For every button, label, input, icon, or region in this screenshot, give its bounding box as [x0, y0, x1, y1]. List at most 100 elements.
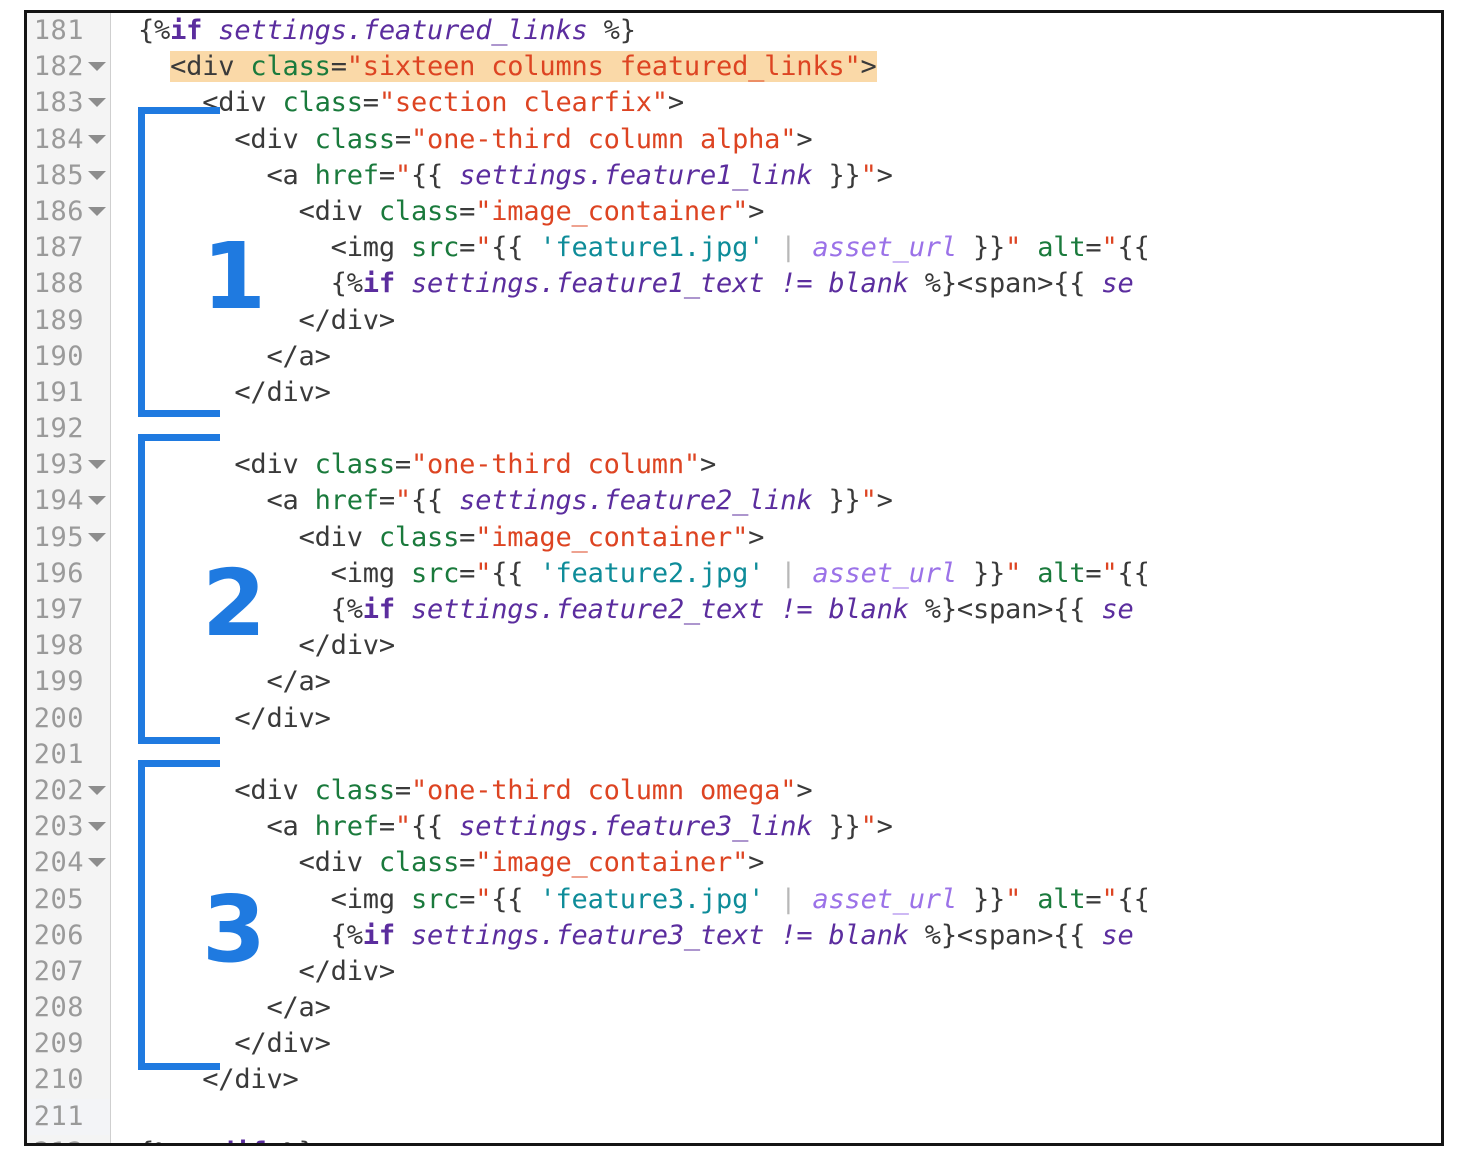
attr-equals: =: [394, 774, 411, 806]
code-line-text[interactable]: </div>: [112, 375, 1441, 411]
code-line-text[interactable]: </a>: [112, 664, 1441, 700]
liquid-output-open: {{: [1117, 557, 1150, 589]
code-line-text[interactable]: <div class="image_container">: [112, 845, 1441, 881]
code-line: <div class="one-third column">: [112, 447, 1441, 483]
attr-name: class: [378, 847, 460, 879]
attr-value: "image_container": [475, 195, 749, 227]
liquid-output-open: {{: [1053, 268, 1086, 300]
attr-value: "one-third column alpha": [410, 123, 797, 155]
tag-open: <div: [202, 87, 283, 119]
line-number-gutter: 181 182 183 184 185 186 187 188 189 190 …: [27, 13, 111, 1143]
code-line-text[interactable]: <img src="{{ 'feature1.jpg' | asset_url …: [112, 230, 1441, 266]
fold-arrow-icon[interactable]: [88, 460, 106, 470]
code-line-text[interactable]: </div>: [112, 701, 1441, 737]
gutter-row: 198: [27, 628, 110, 664]
code-line-text[interactable]: <div class="image_container">: [112, 194, 1441, 230]
gutter-row: 182: [27, 49, 110, 85]
gutter-row: 209: [27, 1026, 110, 1062]
tag-close: >: [796, 123, 813, 155]
code-line-text[interactable]: <img src="{{ 'feature2.jpg' | asset_url …: [112, 556, 1441, 592]
code-content-area[interactable]: {%if settings.featured_links %} <div cla…: [112, 13, 1441, 1143]
fold-arrow-icon[interactable]: [88, 62, 106, 72]
code-line-text[interactable]: <div class="sixteen columns featured_lin…: [112, 49, 1441, 85]
attr-value: "image_container": [475, 521, 749, 553]
tag-close: >: [860, 51, 877, 83]
attr-equals: =: [378, 485, 395, 517]
attr-equals: =: [394, 449, 411, 481]
string-literal: 'feature2.jpg': [539, 557, 765, 589]
code-line-text[interactable]: {%if settings.featured_links %}: [112, 13, 1441, 49]
liquid-output-open: {{: [410, 159, 444, 191]
fold-arrow-icon[interactable]: [88, 822, 106, 832]
line-number: 181: [33, 15, 84, 46]
gutter-row: 189: [27, 303, 110, 339]
code-line-text[interactable]: <a href="{{ settings.feature1_link }}">: [112, 158, 1441, 194]
fold-arrow-icon[interactable]: [88, 134, 106, 144]
code-line-text[interactable]: </a>: [112, 990, 1441, 1026]
code-line-text[interactable]: {%if settings.feature1_text != blank %}<…: [112, 266, 1441, 302]
liquid-output-close: }}: [972, 232, 1006, 264]
code-line-text[interactable]: <img src="{{ 'feature3.jpg' | asset_url …: [112, 882, 1441, 918]
attr-quote: ": [860, 811, 877, 843]
line-number: 186: [33, 195, 84, 227]
code-line-text[interactable]: </div>: [112, 1026, 1441, 1062]
code-line-text[interactable]: {% endif %}: [112, 1135, 1441, 1143]
span-tag: <span>: [956, 919, 1054, 951]
code-line: <a href="{{ settings.feature3_link }}">: [112, 809, 1441, 845]
code-line-text[interactable]: {%if settings.feature3_text != blank %}<…: [112, 918, 1441, 954]
gutter-row: 187: [27, 230, 110, 266]
liquid-open-delim: {%: [330, 268, 363, 300]
attr-quote: ": [475, 557, 492, 589]
code-line-text[interactable]: <a href="{{ settings.feature3_link }}">: [112, 809, 1441, 845]
code-line-text[interactable]: <div class="image_container">: [112, 520, 1441, 556]
code-line-text[interactable]: {%if settings.feature2_text != blank %}<…: [112, 592, 1441, 628]
attr-quote: ": [475, 883, 492, 915]
code-line-text[interactable]: </div>: [112, 954, 1441, 990]
gutter-row: 210: [27, 1062, 110, 1098]
code-line-text[interactable]: </a>: [112, 339, 1441, 375]
line-number: 185: [33, 159, 84, 191]
fold-arrow-icon[interactable]: [88, 98, 106, 108]
code-line: </div>: [112, 628, 1441, 664]
fold-arrow-icon[interactable]: [88, 170, 106, 180]
code-line: <img src="{{ 'feature3.jpg' | asset_url …: [112, 882, 1441, 918]
attr-quote: ": [394, 811, 411, 843]
code-line-text[interactable]: <div class="one-third column omega">: [112, 773, 1441, 809]
code-line-text[interactable]: <div class="one-third column alpha">: [112, 122, 1441, 158]
tag-close: >: [667, 87, 684, 119]
code-line-text[interactable]: <a href="{{ settings.feature2_link }}">: [112, 483, 1441, 519]
code-line: <div class="image_container">: [112, 520, 1441, 556]
fold-arrow-icon[interactable]: [88, 206, 106, 216]
liquid-expression: settings.feature1_link: [443, 159, 829, 191]
code-line-text[interactable]: </div>: [112, 303, 1441, 339]
code-line-text[interactable]: <div class="section clearfix">: [112, 85, 1441, 121]
code-line: <div class="image_container">: [112, 194, 1441, 230]
attr-value: "section clearfix": [378, 87, 668, 119]
liquid-expression-truncated: se: [1085, 268, 1134, 300]
attr-name: alt: [1037, 883, 1086, 915]
gutter-row: 212: [27, 1135, 110, 1143]
liquid-output-open: {{: [1117, 232, 1150, 264]
fold-arrow-icon[interactable]: [88, 532, 106, 542]
fold-arrow-icon[interactable]: [88, 496, 106, 506]
line-number: 202: [33, 774, 84, 806]
fold-arrow-icon[interactable]: [88, 858, 106, 868]
attr-value: "sixteen columns featured_links": [346, 51, 861, 83]
code-line-text[interactable]: </div>: [112, 628, 1441, 664]
gutter-row: 183: [27, 85, 110, 121]
liquid-output-close: }}: [828, 811, 861, 843]
line-number: 203: [33, 811, 84, 843]
code-line-text[interactable]: <div class="one-third column">: [112, 447, 1441, 483]
fold-arrow-icon[interactable]: [88, 785, 106, 795]
liquid-close-delim: %}: [283, 1137, 315, 1143]
liquid-expression-truncated: se: [1085, 594, 1134, 625]
line-number: 184: [33, 123, 84, 155]
code-line: {%if settings.featured_links %}: [112, 13, 1441, 49]
attr-name: src: [410, 232, 460, 264]
tag-open: <img: [330, 883, 411, 915]
line-number: 199: [33, 666, 84, 698]
gutter-row: 188: [27, 266, 110, 302]
line-number: 182: [33, 51, 84, 83]
code-line-text[interactable]: </div>: [112, 1062, 1441, 1098]
